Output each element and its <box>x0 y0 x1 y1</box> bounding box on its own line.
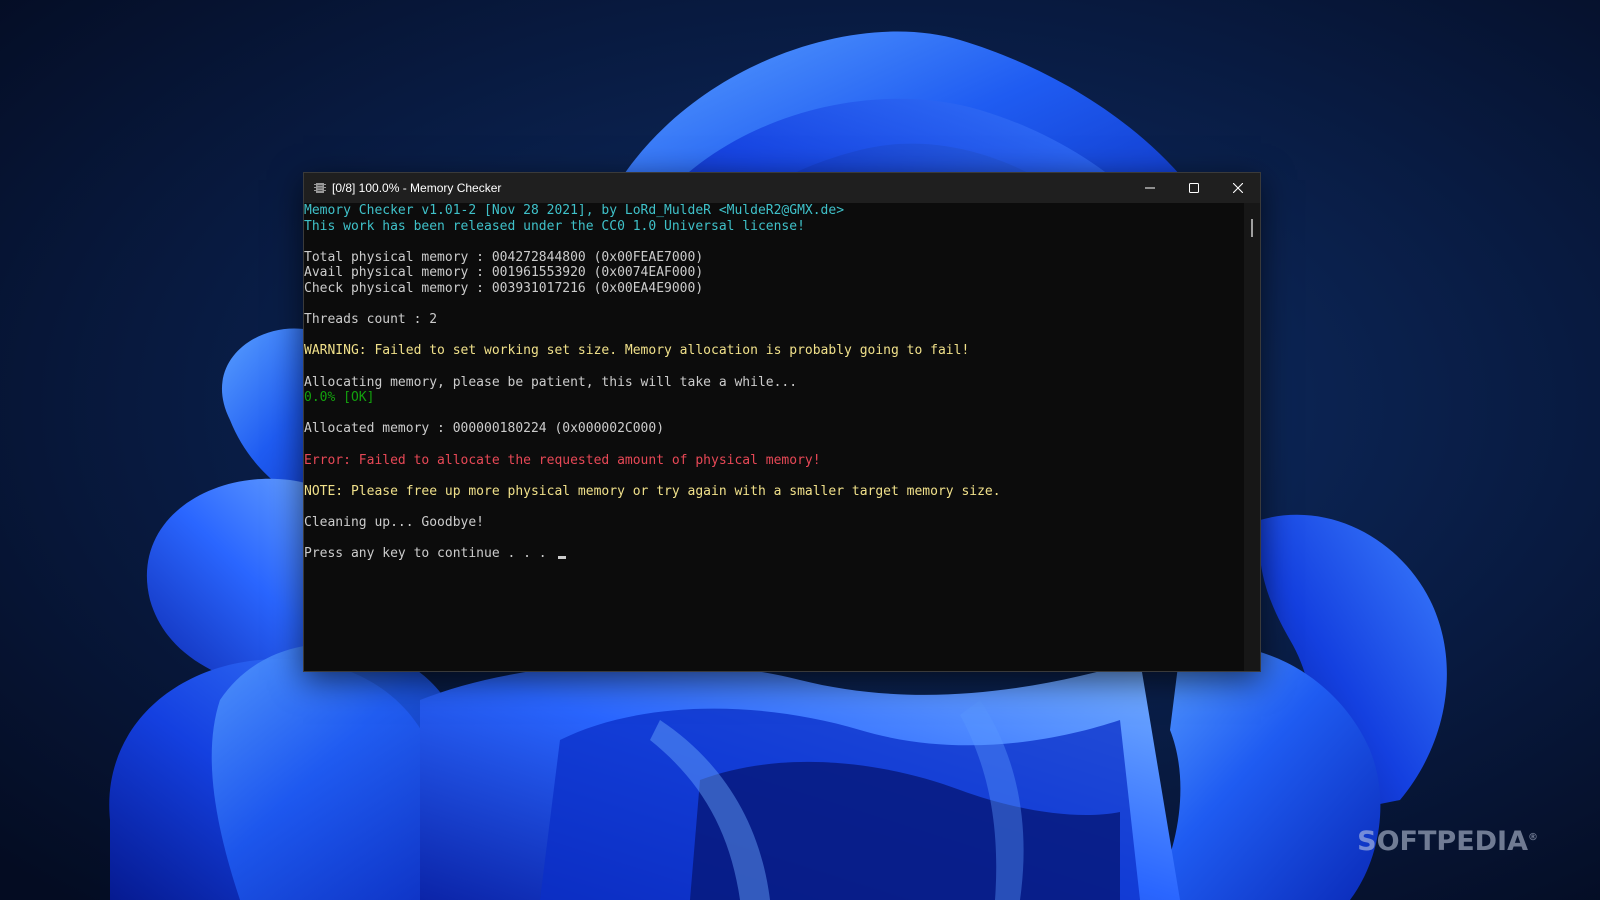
console-line: Memory Checker v1.01-2 [Nov 28 2021], by… <box>304 203 845 218</box>
console-window: [0/8] 100.0% - Memory Checker Memory Che… <box>303 172 1261 672</box>
console-line: Cleaning up... Goodbye! <box>304 514 485 530</box>
console-output[interactable]: Memory Checker v1.01-2 [Nov 28 2021], by… <box>304 203 1244 671</box>
watermark-text: SOFTPEDIA <box>1357 826 1528 857</box>
console-line: NOTE: Please free up more physical memor… <box>304 483 1001 499</box>
close-button[interactable] <box>1216 173 1260 203</box>
memory-chip-icon <box>314 182 326 194</box>
console-line: Allocating memory, please be patient, th… <box>304 374 798 390</box>
console-line: Allocated memory : 000000180224 (0x00000… <box>304 421 665 437</box>
console-line: Check physical memory : 003931017216 (0x… <box>304 280 704 296</box>
console-line: This work has been released under the CC… <box>304 218 805 234</box>
console-line: 0.0% [OK] <box>304 390 375 406</box>
close-icon <box>1233 183 1243 193</box>
scrollbar-thumb[interactable] <box>1251 219 1253 237</box>
console-line: Total physical memory : 004272844800 (0x… <box>304 249 704 265</box>
console-line: Press any key to continue . . . <box>304 546 1244 562</box>
console-line: Avail physical memory : 001961553920 (0x… <box>304 265 704 281</box>
minimize-icon <box>1145 187 1155 189</box>
softpedia-watermark: SOFTPEDIA® <box>1357 826 1538 857</box>
window-controls <box>1128 173 1260 203</box>
console-line: Threads count : 2 <box>304 312 438 328</box>
text-cursor <box>558 556 567 560</box>
console-line: WARNING: Failed to set working set size.… <box>304 343 970 359</box>
console-line: Error: Failed to allocate the requested … <box>304 452 821 468</box>
minimize-button[interactable] <box>1128 173 1172 203</box>
title-bar[interactable]: [0/8] 100.0% - Memory Checker <box>304 173 1260 203</box>
maximize-button[interactable] <box>1172 173 1216 203</box>
registered-mark: ® <box>1528 832 1538 843</box>
maximize-icon <box>1189 183 1199 193</box>
window-title: [0/8] 100.0% - Memory Checker <box>332 181 502 195</box>
vertical-scrollbar[interactable] <box>1244 203 1260 671</box>
